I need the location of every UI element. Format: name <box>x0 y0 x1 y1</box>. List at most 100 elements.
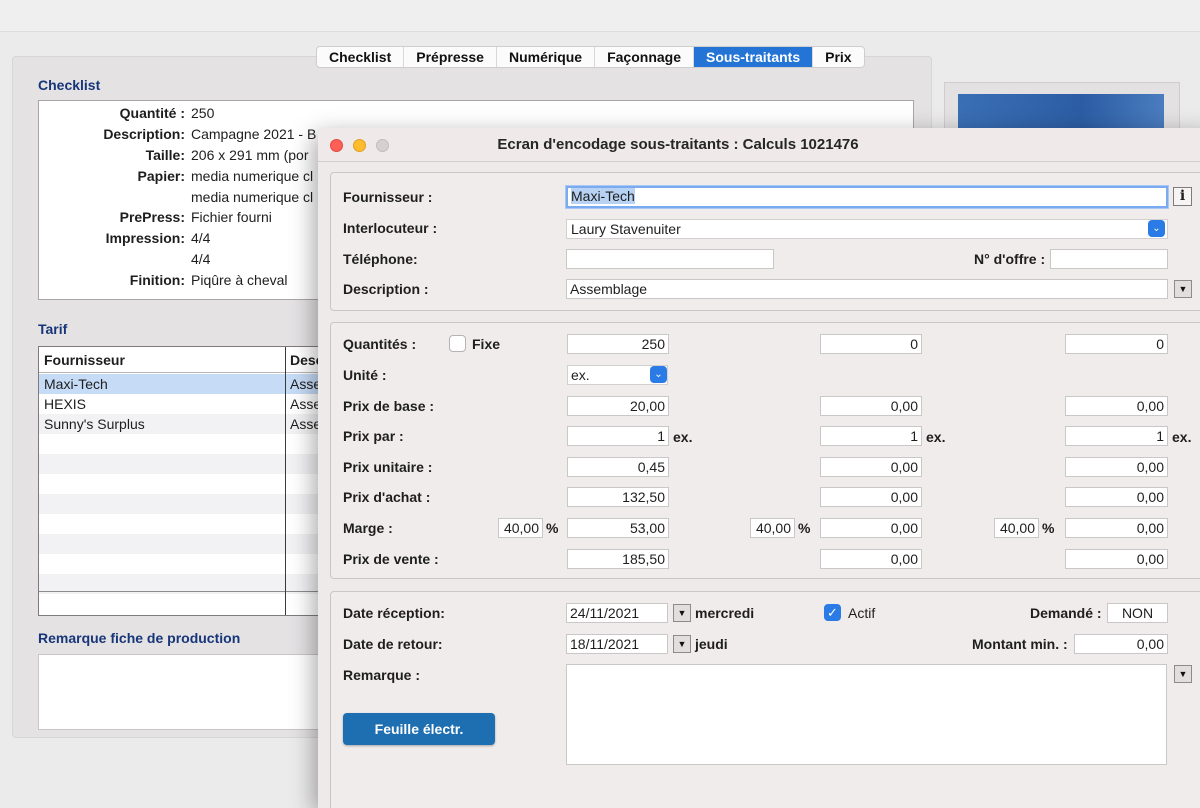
unit-suffix: ex. <box>673 429 693 445</box>
date-reception-label: Date réception: <box>343 605 445 621</box>
prix-vente-field-3[interactable]: 0,00 <box>1065 549 1168 569</box>
subcontractor-dialog: Ecran d'encodage sous-traitants : Calcul… <box>318 128 1200 808</box>
marge-pct-field-1[interactable]: 40,00 <box>498 518 543 538</box>
tab-prepresse[interactable]: Prépresse <box>404 47 497 67</box>
quantite-field-1[interactable]: 250 <box>567 334 669 354</box>
tab-checklist[interactable]: Checklist <box>317 47 405 67</box>
description-label: Description : <box>343 281 429 297</box>
quantite-field-3[interactable]: 0 <box>1065 334 1168 354</box>
unit-suffix: ex. <box>926 429 946 445</box>
unite-value: ex. <box>571 367 590 383</box>
prix-unitaire-field-1[interactable]: 0,45 <box>567 457 669 477</box>
tab-bar: Checklist Prépresse Numérique Façonnage … <box>316 46 865 68</box>
telephone-field[interactable] <box>566 249 774 269</box>
checklist-value: 206 x 291 mm (por <box>191 147 309 163</box>
empty-row <box>39 454 337 474</box>
tab-prix[interactable]: Prix <box>813 47 863 67</box>
reception-weekday: mercredi <box>695 605 755 621</box>
fournisseur-value: Maxi-Tech <box>571 188 635 204</box>
tab-numerique[interactable]: Numérique <box>497 47 596 67</box>
table-footer-divider <box>39 591 337 592</box>
description-field[interactable]: Assemblage <box>566 279 1168 299</box>
cell-fournisseur: Sunny's Surplus <box>44 416 145 432</box>
offre-field[interactable] <box>1050 249 1168 269</box>
feuille-electr-button[interactable]: Feuille électr. <box>343 713 495 745</box>
chevron-down-icon[interactable]: ⌄ <box>650 366 667 383</box>
dialog-title: Ecran d'encodage sous-traitants : Calcul… <box>497 136 859 153</box>
date-retour-label: Date de retour: <box>343 636 443 652</box>
actif-checkbox[interactable]: ✓ <box>824 604 841 621</box>
chevron-down-icon[interactable]: ⌄ <box>1148 220 1165 237</box>
date-reception-field[interactable]: 24/11/2021 <box>566 603 668 623</box>
fournisseur-field[interactable]: Maxi-Tech <box>566 186 1168 208</box>
tab-faconnage[interactable]: Façonnage <box>595 47 694 67</box>
checklist-label: PrePress: <box>119 209 185 225</box>
remarque-title: Remarque fiche de production <box>38 630 241 646</box>
montant-min-field[interactable]: 0,00 <box>1074 634 1168 654</box>
table-row[interactable]: Sunny's Surplus Asse <box>39 414 337 434</box>
checklist-label: Papier: <box>137 168 185 184</box>
cell-description: Asse <box>290 376 322 392</box>
prix-par-field-1[interactable]: 1 <box>567 426 669 446</box>
percent-suffix: % <box>1042 520 1055 536</box>
tarif-title: Tarif <box>38 321 68 337</box>
tab-sous-traitants[interactable]: Sous-traitants <box>694 47 814 67</box>
prix-par-field-3[interactable]: 1 <box>1065 426 1168 446</box>
date-picker-arrow-icon[interactable]: ▼ <box>673 635 691 653</box>
remarque-textarea[interactable] <box>566 664 1167 765</box>
tarif-table: Fournisseur Desc Maxi-Tech Asse HEXIS Asse… <box>38 346 338 616</box>
empty-row <box>39 554 337 574</box>
dialog-titlebar: Ecran d'encodage sous-traitants : Calcul… <box>318 128 1200 162</box>
checklist-label: Finition: <box>129 272 185 288</box>
montant-min-label: Montant min. : <box>972 636 1068 652</box>
prix-unitaire-field-2[interactable]: 0,00 <box>820 457 922 477</box>
checklist-value: media numerique cl <box>191 189 314 205</box>
dropdown-arrow-icon[interactable]: ▼ <box>1174 280 1192 298</box>
fournisseur-label: Fournisseur : <box>343 189 433 205</box>
checklist-value: 4/4 <box>191 251 211 267</box>
marge-pct-field-3[interactable]: 40,00 <box>994 518 1039 538</box>
prix-base-field-2[interactable]: 0,00 <box>820 396 922 416</box>
marge-field-3[interactable]: 0,00 <box>1065 518 1168 538</box>
prix-vente-field-2[interactable]: 0,00 <box>820 549 922 569</box>
fixe-checkbox[interactable] <box>449 335 466 352</box>
checklist-value: Fichier fourni <box>191 209 272 225</box>
demande-field[interactable]: NON <box>1107 603 1168 623</box>
prix-par-field-2[interactable]: 1 <box>820 426 922 446</box>
dropdown-arrow-icon[interactable]: ▼ <box>1174 665 1192 683</box>
interlocuteur-label: Interlocuteur : <box>343 220 438 236</box>
remarque-label: Remarque : <box>343 667 421 683</box>
prix-achat-field-2[interactable]: 0,00 <box>820 487 922 507</box>
table-row[interactable]: Maxi-Tech Asse <box>39 374 337 394</box>
cell-description: Asse <box>290 396 322 412</box>
date-retour-field[interactable]: 18/11/2021 <box>566 634 668 654</box>
prix-base-field-1[interactable]: 20,00 <box>567 396 669 416</box>
actif-label: Actif <box>848 605 876 621</box>
column-divider <box>285 347 286 615</box>
remarque-field[interactable] <box>38 654 338 730</box>
demande-label: Demandé : <box>1030 605 1102 621</box>
quantite-field-2[interactable]: 0 <box>820 334 922 354</box>
date-picker-arrow-icon[interactable]: ▼ <box>673 604 691 622</box>
interlocuteur-select[interactable]: Laury Stavenuiter <box>566 219 1168 239</box>
marge-label: Marge : <box>343 520 393 536</box>
column-header-fournisseur[interactable]: Fournisseur <box>44 352 125 368</box>
supplier-group: Fournisseur : Maxi-Tech i Interlocuteur … <box>330 172 1200 311</box>
percent-suffix: % <box>546 520 559 536</box>
marge-field-1[interactable]: 53,00 <box>567 518 669 538</box>
info-icon[interactable]: i <box>1173 187 1192 206</box>
window-toolbar <box>0 0 1200 32</box>
marge-field-2[interactable]: 0,00 <box>820 518 922 538</box>
prix-achat-field-1[interactable]: 132,50 <box>567 487 669 507</box>
marge-pct-field-2[interactable]: 40,00 <box>750 518 795 538</box>
quantites-label: Quantités : <box>343 336 417 352</box>
dates-group: Date réception: 24/11/2021 ▼ mercredi ✓ … <box>330 591 1200 808</box>
prix-base-field-3[interactable]: 0,00 <box>1065 396 1168 416</box>
prix-unitaire-field-3[interactable]: 0,00 <box>1065 457 1168 477</box>
interlocuteur-value: Laury Stavenuiter <box>571 221 681 237</box>
prix-achat-field-3[interactable]: 0,00 <box>1065 487 1168 507</box>
table-row[interactable]: HEXIS Asse <box>39 394 337 414</box>
prix-vente-field-1[interactable]: 185,50 <box>567 549 669 569</box>
cell-description: Asse <box>290 416 322 432</box>
cell-fournisseur: HEXIS <box>44 396 87 412</box>
